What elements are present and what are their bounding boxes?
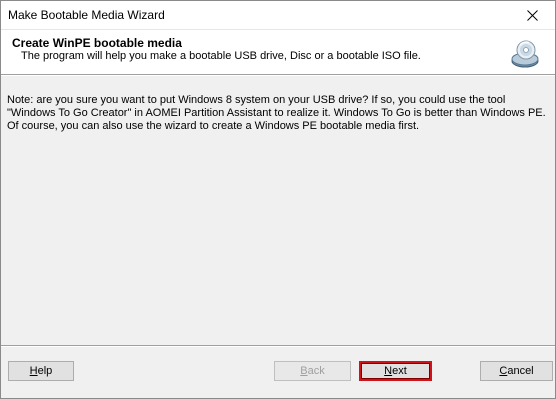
wizard-header: Create WinPE bootable media The program … — [1, 29, 555, 74]
header-title: Create WinPE bootable media — [12, 36, 182, 50]
cancel-label: ancel — [507, 365, 534, 377]
cancel-accel: C — [499, 365, 508, 377]
note-text: Note: are you sure you want to put Windo… — [7, 94, 546, 132]
help-button[interactable]: Help — [8, 361, 74, 381]
disc-icon — [511, 40, 539, 68]
header-divider — [1, 74, 555, 76]
close-button[interactable] — [509, 1, 555, 29]
back-button[interactable]: Back — [274, 361, 351, 381]
next-label: ext — [392, 365, 407, 377]
back-accel: B — [300, 365, 308, 377]
next-accel: N — [384, 365, 393, 377]
next-button[interactable]: Next — [359, 361, 432, 381]
cancel-button[interactable]: Cancel — [480, 361, 553, 381]
wizard-window: Make Bootable Media Wizard Create WinPE … — [0, 0, 556, 399]
close-icon — [526, 9, 538, 21]
header-description: The program will help you make a bootabl… — [21, 50, 421, 62]
footer-divider — [1, 345, 555, 347]
title-bar: Make Bootable Media Wizard — [1, 1, 555, 29]
help-accel: H — [29, 365, 38, 377]
help-label: elp — [37, 365, 53, 377]
back-label: ack — [307, 365, 325, 377]
window-title: Make Bootable Media Wizard — [8, 8, 165, 22]
